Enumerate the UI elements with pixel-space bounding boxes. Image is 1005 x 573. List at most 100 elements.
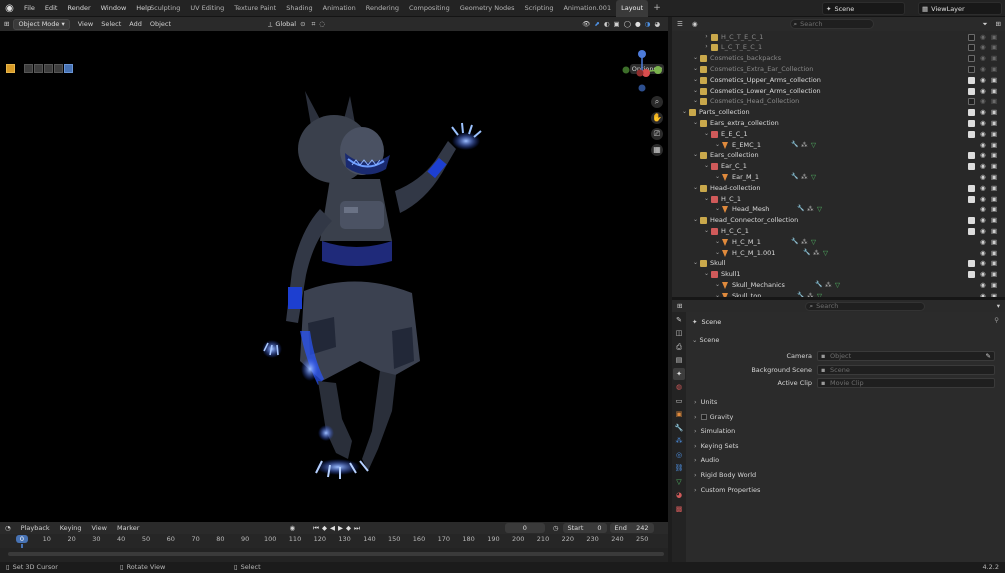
vertex-group-icon[interactable]: ⁂ bbox=[825, 280, 832, 291]
exclude-checkbox[interactable] bbox=[968, 87, 975, 95]
jump-end-icon[interactable]: ⏭ bbox=[354, 524, 360, 533]
view-layer-selector[interactable]: ▦ ViewLayer bbox=[918, 2, 1002, 15]
jump-key-back-icon[interactable]: ◆ bbox=[322, 524, 327, 532]
object-tab-icon[interactable]: ▣ bbox=[673, 408, 685, 420]
play-reverse-icon[interactable]: ◀ bbox=[330, 524, 335, 532]
timeline-menu-keying[interactable]: Keying bbox=[55, 524, 87, 532]
visibility-eye-icon[interactable]: ◉ bbox=[980, 183, 986, 194]
menu-edit[interactable]: Edit bbox=[40, 0, 63, 17]
scene-panel-header[interactable]: ⌄ Scene bbox=[692, 334, 1000, 346]
expand-chevron-icon[interactable]: ⌄ bbox=[703, 226, 710, 237]
background-scene-field[interactable]: Scene ▪ bbox=[817, 364, 995, 375]
render-camera-icon[interactable]: ▣ bbox=[991, 280, 997, 291]
section-units[interactable]: › Units bbox=[694, 396, 999, 408]
visibility-eye-icon[interactable]: ◉ bbox=[980, 42, 986, 53]
outliner-row[interactable]: ⌄ E_EMC_1 🔧 ⁂ ▽ ◉ ▣ bbox=[672, 140, 1005, 151]
world-tab-icon[interactable]: ◍ bbox=[673, 381, 685, 393]
vertex-group-icon[interactable]: ⁂ bbox=[813, 248, 820, 259]
visibility-eye-icon[interactable]: ◉ bbox=[980, 107, 986, 118]
modifier-wrench-icon[interactable]: 🔧 bbox=[791, 172, 798, 183]
section-audio[interactable]: › Audio bbox=[694, 454, 999, 466]
play-icon[interactable]: ▶ bbox=[338, 524, 343, 532]
outliner-row[interactable]: ⌄ H_C_M_1 🔧 ⁂ ▽ ◉ ▣ bbox=[672, 237, 1005, 248]
expand-chevron-icon[interactable]: ⌄ bbox=[681, 107, 688, 118]
exclude-checkbox[interactable] bbox=[968, 109, 975, 117]
expand-chevron-icon[interactable]: ⌄ bbox=[692, 86, 699, 97]
add-workspace-button[interactable]: + bbox=[648, 0, 666, 17]
select-tool-icon[interactable] bbox=[6, 63, 15, 73]
render-camera-icon[interactable]: ▣ bbox=[991, 86, 997, 97]
select-box-invert-icon[interactable] bbox=[54, 63, 63, 73]
solid-shading-icon[interactable]: ● bbox=[635, 20, 641, 28]
outliner-row[interactable]: ⌄ Ears_collection ◉ ▣ bbox=[672, 150, 1005, 161]
visibility-eye-icon[interactable]: ◉ bbox=[980, 118, 986, 129]
axis-gizmo-icon[interactable] bbox=[618, 48, 666, 96]
visibility-eye-icon[interactable]: ◉ bbox=[980, 258, 986, 269]
scene-selector[interactable]: ✦ Scene bbox=[822, 2, 905, 15]
visibility-eye-icon[interactable]: ◉ bbox=[980, 86, 986, 97]
exclude-checkbox[interactable] bbox=[968, 152, 975, 160]
overlay-icon[interactable]: ◐ bbox=[604, 20, 610, 28]
modifier-wrench-icon[interactable]: 🔧 bbox=[803, 248, 810, 259]
render-camera-icon[interactable]: ▣ bbox=[991, 183, 997, 194]
render-camera-icon[interactable]: ▣ bbox=[991, 248, 997, 259]
visibility-eye-icon[interactable]: ◉ bbox=[980, 215, 986, 226]
visibility-eye-icon[interactable]: ◉ bbox=[980, 129, 986, 140]
mode-dropdown[interactable]: Object Mode ▾ bbox=[13, 18, 70, 30]
render-camera-icon[interactable]: ▣ bbox=[991, 75, 997, 86]
outliner-row[interactable]: ⌄ Ears_extra_collection ◉ ▣ bbox=[672, 118, 1005, 129]
scene-tab-icon[interactable]: ✦ bbox=[673, 367, 685, 380]
wireframe-shading-icon[interactable]: ◯ bbox=[624, 20, 631, 28]
tab-shading[interactable]: Shading bbox=[281, 0, 317, 17]
outliner-row[interactable]: ⌄ Ear_C_1 ◉ ▣ bbox=[672, 161, 1005, 172]
expand-chevron-icon[interactable]: › bbox=[703, 32, 710, 43]
exclude-checkbox[interactable] bbox=[968, 44, 975, 52]
viewport-menu-object[interactable]: Object bbox=[146, 17, 175, 31]
viewport-menu-select[interactable]: Select bbox=[97, 17, 125, 31]
exclude-checkbox[interactable] bbox=[968, 76, 975, 84]
outliner-row[interactable]: ⌄ H_C_C_1 ◉ ▣ bbox=[672, 226, 1005, 237]
select-box-intersect-icon[interactable] bbox=[64, 63, 73, 73]
outliner-row[interactable]: ⌄ Skull1 ◉ ▣ bbox=[672, 269, 1005, 280]
tab-geometry-nodes[interactable]: Geometry Nodes bbox=[455, 0, 520, 17]
editor-type-icon[interactable]: ⊞ bbox=[0, 20, 13, 28]
render-camera-icon[interactable]: ▣ bbox=[991, 194, 997, 205]
orientation-dropdown[interactable]: Global bbox=[275, 20, 296, 28]
render-camera-icon[interactable]: ▣ bbox=[991, 96, 997, 107]
exclude-checkbox[interactable] bbox=[968, 271, 975, 279]
visibility-eye-icon[interactable]: ◉ bbox=[980, 75, 986, 86]
expand-chevron-icon[interactable]: ⌄ bbox=[714, 248, 721, 259]
proportional-edit-icon[interactable]: ◌ bbox=[317, 20, 327, 28]
outliner-row[interactable]: ⌄ Ear_M_1 🔧 ⁂ ▽ ◉ ▣ bbox=[672, 172, 1005, 183]
modifier-wrench-icon[interactable]: 🔧 bbox=[797, 204, 804, 215]
render-camera-icon[interactable]: ▣ bbox=[991, 269, 997, 280]
select-box-subtract-icon[interactable] bbox=[44, 63, 53, 73]
exclude-checkbox[interactable] bbox=[968, 130, 975, 138]
timeline-track-area[interactable] bbox=[0, 548, 668, 562]
outliner-row[interactable]: › H_C_T_E_C_1 ◉ ▣ bbox=[672, 32, 1005, 43]
vertex-group-icon[interactable]: ⁂ bbox=[801, 172, 808, 183]
render-camera-icon[interactable]: ▣ bbox=[991, 150, 997, 161]
modifier-wrench-icon[interactable]: 🔧 bbox=[815, 280, 822, 291]
visibility-eye-icon[interactable]: ◉ bbox=[980, 194, 986, 205]
render-camera-icon[interactable]: ▣ bbox=[991, 42, 997, 53]
jump-start-icon[interactable]: ⏮ bbox=[313, 524, 319, 533]
timeline-editor-type-icon[interactable]: ◔ bbox=[0, 524, 16, 532]
timeline-ruler[interactable]: 0 10 20 30 40 50 60 70 80 90 100 110 120 130 140 150 160… bbox=[0, 534, 668, 562]
timeline-scrollbar[interactable] bbox=[8, 552, 664, 556]
eyedropper-icon[interactable]: ✎ bbox=[986, 352, 991, 360]
section-gravity[interactable]: › Gravity bbox=[694, 411, 999, 423]
outliner-row[interactable]: ⌄ Skull_Mechanics 🔧 ⁂ ▽ ◉ ▣ bbox=[672, 280, 1005, 291]
rendered-shading-icon[interactable]: ◕ bbox=[654, 20, 660, 28]
clock-icon[interactable]: ◷ bbox=[549, 524, 563, 532]
visibility-eye-icon[interactable]: ◉ bbox=[980, 96, 986, 107]
outliner-row[interactable]: ⌄ Parts_collection ◉ ▣ bbox=[672, 107, 1005, 118]
particles-tab-icon[interactable]: ⁂ bbox=[673, 435, 685, 447]
pin-icon[interactable]: ⚲ bbox=[994, 316, 999, 324]
expand-chevron-icon[interactable]: ⌄ bbox=[714, 172, 721, 183]
display-mode-icon[interactable]: ◉ bbox=[688, 20, 702, 28]
outliner-row[interactable]: ⌄ Head-collection ◉ ▣ bbox=[672, 183, 1005, 194]
render-camera-icon[interactable]: ▣ bbox=[991, 215, 997, 226]
camera-field[interactable]: Object ▪ ✎ bbox=[817, 351, 995, 361]
outliner-row[interactable]: ⌄ Cosmetics_Lower_Arms_collection ◉ ▣ bbox=[672, 86, 1005, 97]
